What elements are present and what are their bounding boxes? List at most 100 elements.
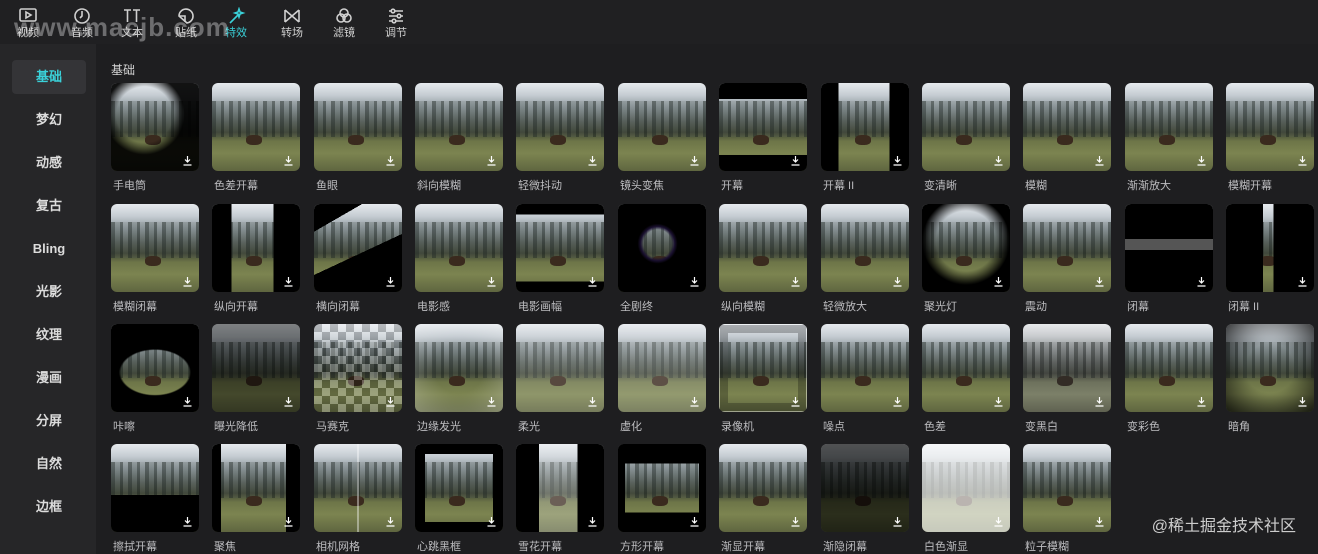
effect-label: 变清晰: [924, 180, 957, 192]
download-icon[interactable]: [1094, 276, 1105, 287]
download-icon[interactable]: [182, 276, 193, 287]
effect-label: 开幕 II: [823, 180, 855, 192]
download-icon[interactable]: [587, 396, 598, 407]
effect-label: 聚焦: [214, 541, 236, 553]
effect-label: 闭幕 II: [1228, 301, 1260, 313]
effect-thumbnail: [719, 204, 807, 292]
download-icon[interactable]: [1297, 396, 1308, 407]
effect-thumbnail: [415, 204, 503, 292]
filter-icon: [334, 7, 354, 25]
download-icon[interactable]: [892, 155, 903, 166]
sidebar-item[interactable]: 自然: [12, 447, 86, 481]
download-icon[interactable]: [1297, 155, 1308, 166]
download-icon[interactable]: [385, 516, 396, 527]
download-icon[interactable]: [993, 155, 1004, 166]
effect-label: 开幕: [721, 180, 743, 192]
sidebar-item[interactable]: Bling: [12, 232, 86, 266]
effect-label: 纵向模糊: [721, 301, 765, 313]
effect-thumbnail: [314, 204, 402, 292]
effect-label: 渐显开幕: [721, 541, 765, 553]
tab-filter[interactable]: 滤镜: [322, 0, 366, 44]
effect-label: 白色渐显: [924, 541, 968, 553]
download-icon[interactable]: [689, 516, 700, 527]
site-watermark: www.macjb.com: [14, 12, 230, 42]
download-icon[interactable]: [892, 276, 903, 287]
download-icon[interactable]: [182, 155, 193, 166]
download-icon[interactable]: [283, 516, 294, 527]
effect-thumbnail: [415, 83, 503, 171]
download-icon[interactable]: [993, 516, 1004, 527]
effect-label: 相机网格: [316, 541, 360, 553]
download-icon[interactable]: [486, 276, 497, 287]
download-icon[interactable]: [283, 396, 294, 407]
download-icon[interactable]: [790, 516, 801, 527]
effect-thumbnail: [111, 204, 199, 292]
download-icon[interactable]: [790, 276, 801, 287]
effect-label: 变黑白: [1025, 421, 1058, 433]
download-icon[interactable]: [1196, 155, 1207, 166]
sidebar-item[interactable]: 分屏: [12, 404, 86, 438]
effect-thumbnail: [1023, 204, 1111, 292]
download-icon[interactable]: [486, 516, 497, 527]
download-icon[interactable]: [689, 155, 700, 166]
download-icon[interactable]: [993, 396, 1004, 407]
effect-thumbnail: [1023, 83, 1111, 171]
download-icon[interactable]: [385, 155, 396, 166]
download-icon[interactable]: [385, 276, 396, 287]
download-icon[interactable]: [1094, 516, 1105, 527]
download-icon[interactable]: [283, 155, 294, 166]
effect-label: 录像机: [721, 421, 754, 433]
download-icon[interactable]: [486, 396, 497, 407]
download-icon[interactable]: [587, 276, 598, 287]
download-icon[interactable]: [1297, 276, 1308, 287]
download-icon[interactable]: [182, 396, 193, 407]
sidebar-item[interactable]: 纹理: [12, 318, 86, 352]
effect-label: 聚光灯: [924, 301, 957, 313]
effect-thumbnail: [212, 204, 300, 292]
effect-thumbnail: [1023, 444, 1111, 532]
effect-thumbnail: [719, 83, 807, 171]
effect-label: 电影画幅: [518, 301, 562, 313]
download-icon[interactable]: [182, 516, 193, 527]
download-icon[interactable]: [689, 276, 700, 287]
download-icon[interactable]: [790, 396, 801, 407]
effect-thumbnail: [314, 324, 402, 412]
download-icon[interactable]: [1196, 276, 1207, 287]
download-icon[interactable]: [587, 155, 598, 166]
effect-thumbnail: [1125, 83, 1213, 171]
section-title: 基础: [111, 63, 136, 77]
download-icon[interactable]: [486, 155, 497, 166]
sidebar-item[interactable]: 边框: [12, 490, 86, 524]
effect-thumbnail: [618, 444, 706, 532]
sidebar-item[interactable]: 复古: [12, 189, 86, 223]
download-icon[interactable]: [283, 276, 294, 287]
download-icon[interactable]: [1094, 155, 1105, 166]
sidebar-item[interactable]: 梦幻: [12, 103, 86, 137]
effect-thumbnail: [1023, 324, 1111, 412]
download-icon[interactable]: [1196, 396, 1207, 407]
effect-thumbnail: [212, 83, 300, 171]
sidebar-item[interactable]: 漫画: [12, 361, 86, 395]
effect-label: 斜向模糊: [417, 180, 461, 192]
download-icon[interactable]: [587, 516, 598, 527]
sidebar-item[interactable]: 光影: [12, 275, 86, 309]
tab-adjust[interactable]: 调节: [374, 0, 418, 44]
effect-thumbnail: [1226, 324, 1314, 412]
sidebar-item[interactable]: 基础: [12, 60, 86, 94]
download-icon[interactable]: [385, 396, 396, 407]
tab-label: 调节: [385, 27, 407, 39]
effect-label: 模糊开幕: [1228, 180, 1272, 192]
download-icon[interactable]: [892, 516, 903, 527]
tab-transition[interactable]: 转场: [270, 0, 314, 44]
download-icon[interactable]: [1094, 396, 1105, 407]
download-icon[interactable]: [689, 396, 700, 407]
footer-watermark: @稀土掘金技术社区: [1151, 518, 1296, 535]
effect-thumbnail: [922, 324, 1010, 412]
download-icon[interactable]: [993, 276, 1004, 287]
effect-thumbnail: [111, 444, 199, 532]
effect-label: 全剧终: [620, 301, 653, 313]
effect-label: 咔嚓: [113, 421, 135, 433]
download-icon[interactable]: [790, 155, 801, 166]
sidebar-item[interactable]: 动感: [12, 146, 86, 180]
download-icon[interactable]: [892, 396, 903, 407]
